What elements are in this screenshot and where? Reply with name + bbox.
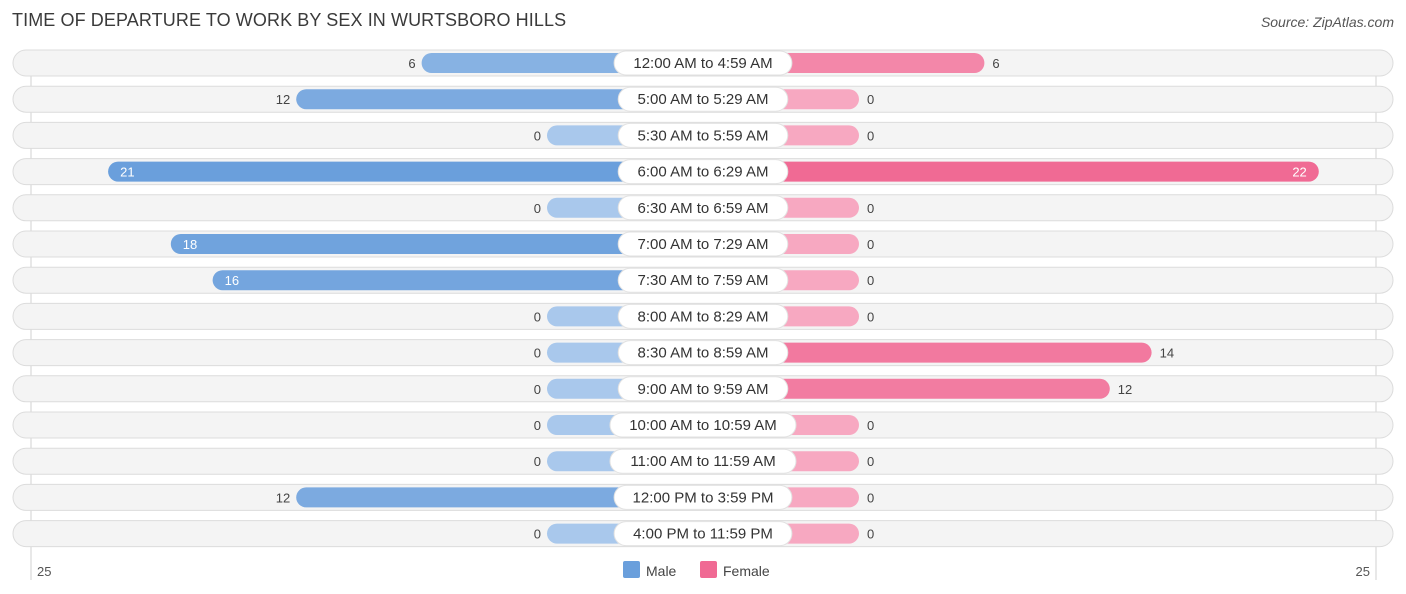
value-label-male: 12: [276, 92, 290, 107]
value-label-female: 0: [867, 309, 874, 324]
bar-male: [108, 161, 704, 182]
bar-female: [703, 161, 1319, 182]
category-label: 8:00 AM to 8:29 AM: [638, 308, 769, 325]
chart-row: 12:00 PM to 3:59 PM 12 0: [12, 483, 1394, 511]
value-label-female: 0: [867, 490, 874, 505]
chart-row: 12:00 AM to 4:59 AM 6 6: [12, 49, 1394, 77]
chart-row: 5:30 AM to 5:59 AM 0 0: [12, 121, 1394, 149]
category-label: 8:30 AM to 8:59 AM: [638, 345, 769, 362]
value-label-male: 0: [534, 382, 541, 397]
value-label-male: 0: [534, 418, 541, 433]
value-label-male: 18: [183, 237, 197, 252]
chart-row: 8:30 AM to 8:59 AM 0 14: [12, 339, 1394, 367]
category-label: 12:00 PM to 3:59 PM: [633, 489, 774, 506]
value-label-female: 0: [867, 92, 874, 107]
chart-row: 9:00 AM to 9:59 AM 0 12: [12, 375, 1394, 403]
chart-row: 5:00 AM to 5:29 AM 12 0: [12, 85, 1394, 113]
category-label: 10:00 AM to 10:59 AM: [629, 417, 777, 434]
chart-row: 8:00 AM to 8:29 AM 0 0: [12, 302, 1394, 330]
value-label-female: 22: [1292, 165, 1306, 180]
value-label-male: 16: [225, 273, 239, 288]
category-label: 5:00 AM to 5:29 AM: [638, 91, 769, 108]
category-label: 7:30 AM to 7:59 AM: [638, 272, 769, 289]
value-label-female: 0: [867, 527, 874, 542]
value-label-female: 0: [867, 418, 874, 433]
value-label-female: 0: [867, 273, 874, 288]
value-label-male: 6: [408, 56, 415, 71]
chart-row: 11:00 AM to 11:59 AM 0 0: [12, 447, 1394, 475]
legend-label-female: Female: [723, 563, 770, 579]
category-label: 9:00 AM to 9:59 AM: [638, 381, 769, 398]
axis-tick-left: 25: [37, 564, 51, 579]
legend-swatch-male: [623, 561, 640, 578]
value-label-male: 0: [534, 454, 541, 469]
legend: Male Female: [623, 561, 770, 579]
value-label-female: 0: [867, 201, 874, 216]
category-label: 11:00 AM to 11:59 AM: [630, 453, 775, 470]
value-label-male: 0: [534, 201, 541, 216]
value-label-male: 0: [534, 128, 541, 143]
chart-area: 12:00 AM to 4:59 AM 6 6 5:00 AM to 5:29 AM 1…: [12, 49, 1394, 580]
value-label-male: 0: [534, 309, 541, 324]
legend-label-male: Male: [646, 563, 677, 579]
axis-tick-right: 25: [1356, 564, 1370, 579]
category-label: 4:00 PM to 11:59 PM: [633, 526, 773, 543]
category-label: 6:00 AM to 6:29 AM: [638, 164, 769, 181]
chart-row: 7:00 AM to 7:29 AM 18 0: [12, 230, 1394, 258]
chart-row: 4:00 PM to 11:59 PM 0 0: [12, 520, 1394, 548]
chart-row: 6:00 AM to 6:29 AM 21 22: [12, 158, 1394, 186]
category-label: 5:30 AM to 5:59 AM: [638, 127, 769, 144]
category-label: 12:00 AM to 4:59 AM: [633, 55, 772, 72]
value-label-female: 0: [867, 454, 874, 469]
legend-swatch-female: [700, 561, 717, 578]
value-label-female: 0: [867, 237, 874, 252]
value-label-female: 6: [992, 56, 999, 71]
value-label-male: 21: [120, 165, 134, 180]
category-label: 6:30 AM to 6:59 AM: [638, 200, 769, 217]
value-label-male: 0: [534, 346, 541, 361]
value-label-female: 0: [867, 128, 874, 143]
value-label-female: 12: [1118, 382, 1132, 397]
value-label-male: 12: [276, 490, 290, 505]
value-label-male: 0: [534, 527, 541, 542]
chart-row: 7:30 AM to 7:59 AM 16 0: [12, 266, 1394, 294]
chart-row: 10:00 AM to 10:59 AM 0 0: [12, 411, 1394, 439]
category-label: 7:00 AM to 7:29 AM: [638, 236, 769, 253]
chart-row: 6:30 AM to 6:59 AM 0 0: [12, 194, 1394, 222]
value-label-female: 14: [1160, 346, 1174, 361]
